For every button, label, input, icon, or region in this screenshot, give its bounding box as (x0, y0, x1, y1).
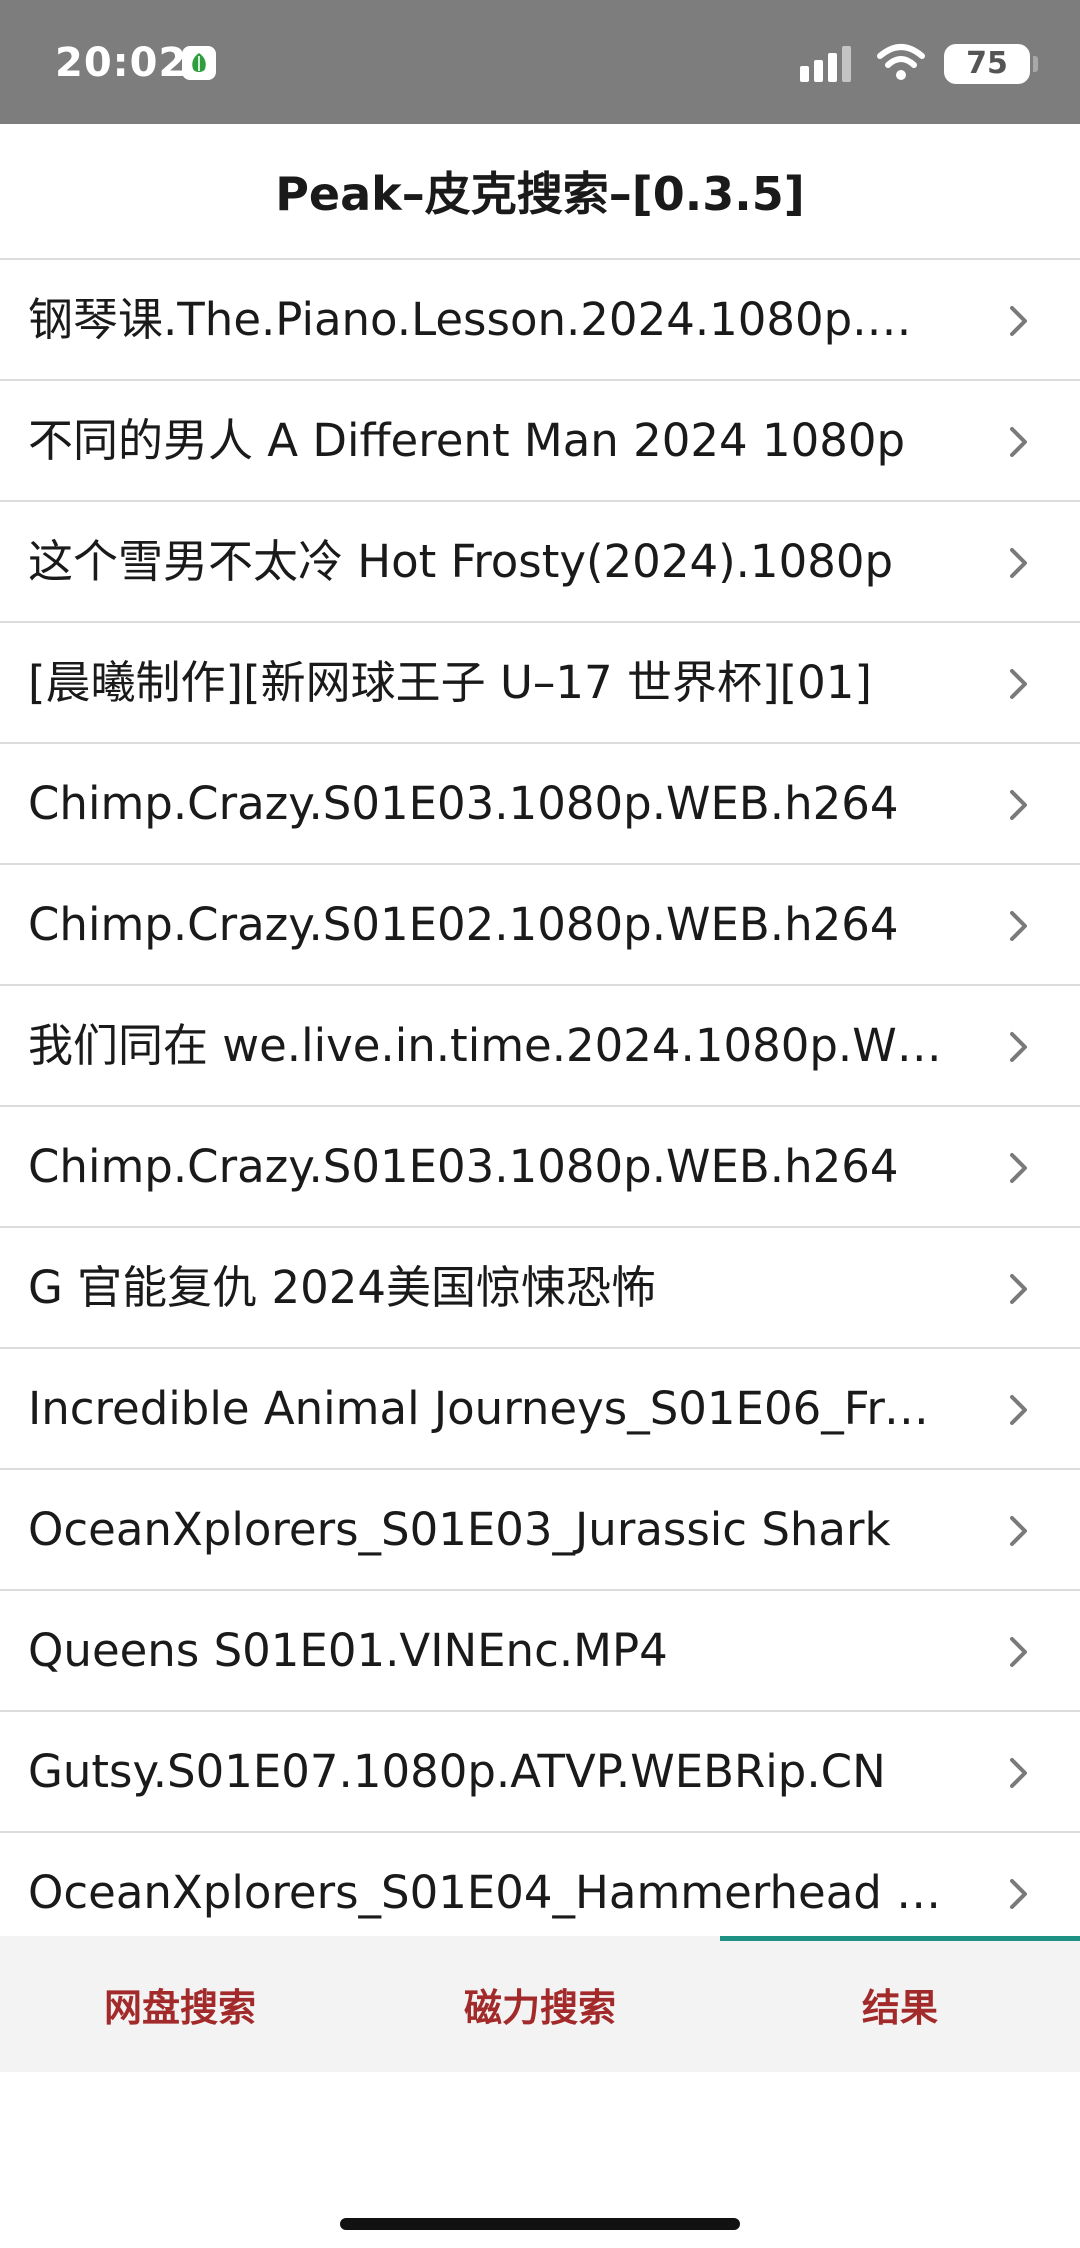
result-title: Chimp.Crazy.S01E02.1080p.WEB.h264 (28, 898, 899, 951)
tab-magnet-search[interactable]: 磁力搜索 (360, 1936, 720, 2072)
chevron-right-icon (1010, 548, 1027, 578)
tab-cloud-search-label: 网盘搜索 (103, 1985, 256, 2030)
result-title: OceanXplorers_S01E04_Hammerhead Sharks (28, 1866, 948, 1919)
result-row[interactable]: Gutsy.S01E07.1080p.ATVP.WEBRip.CN (0, 1712, 1080, 1833)
result-title: [晨曦制作][新网球王子 U–17 世界杯][01] (28, 656, 872, 709)
chevron-right-icon (1010, 790, 1027, 820)
result-row[interactable]: 我们同在 we.live.in.time.2024.1080p.WEB (0, 986, 1080, 1107)
battery-tip (1033, 56, 1038, 72)
battery-icon: 75 (944, 44, 1030, 84)
result-row[interactable]: Chimp.Crazy.S01E03.1080p.WEB.h264 (0, 1107, 1080, 1228)
result-row[interactable]: G 官能复仇 2024美国惊悚恐怖 (0, 1228, 1080, 1349)
home-indicator[interactable] (340, 2218, 740, 2230)
result-row[interactable]: OceanXplorers_S01E03_Jurassic Shark (0, 1470, 1080, 1591)
chevron-right-icon (1010, 1637, 1027, 1667)
result-row[interactable]: 这个雪男不太冷 Hot Frosty(2024).1080p (0, 502, 1080, 623)
result-title: Chimp.Crazy.S01E03.1080p.WEB.h264 (28, 777, 899, 830)
chevron-right-icon (1010, 911, 1027, 941)
result-row[interactable]: 不同的男人 A Different Man 2024 1080p (0, 381, 1080, 502)
nav-header: Peak–皮克搜索–[0.3.5] (0, 124, 1080, 260)
result-title: 不同的男人 A Different Man 2024 1080p (28, 414, 906, 467)
result-title: Chimp.Crazy.S01E03.1080p.WEB.h264 (28, 1140, 899, 1193)
result-row[interactable]: 钢琴课.The.Piano.Lesson.2024.1080p.WEB-DL (0, 260, 1080, 381)
chevron-right-icon (1010, 1274, 1027, 1304)
result-row[interactable]: OceanXplorers_S01E04_Hammerhead Sharks (0, 1833, 1080, 1936)
battery-level: 75 (966, 46, 1008, 81)
page-title: Peak–皮克搜索–[0.3.5] (275, 167, 805, 221)
tab-results-label: 结果 (861, 1985, 938, 2030)
tab-bar: 网盘搜索 磁力搜索 结果 (0, 1936, 1080, 2072)
wifi-icon (876, 42, 926, 86)
result-row[interactable]: Queens S01E01.VINEnc.MP4 (0, 1591, 1080, 1712)
result-title: 钢琴课.The.Piano.Lesson.2024.1080p.WEB-DL (28, 293, 948, 346)
result-title: Incredible Animal Journeys_S01E06_From (28, 1382, 948, 1435)
result-title: 这个雪男不太冷 Hot Frosty(2024).1080p (28, 535, 894, 588)
result-title: Gutsy.S01E07.1080p.ATVP.WEBRip.CN (28, 1745, 886, 1798)
leaf-icon (182, 46, 216, 80)
result-row[interactable]: Incredible Animal Journeys_S01E06_From (0, 1349, 1080, 1470)
tab-magnet-search-label: 磁力搜索 (463, 1985, 616, 2030)
result-row[interactable]: Chimp.Crazy.S01E03.1080p.WEB.h264 (0, 744, 1080, 865)
chevron-right-icon (1010, 1879, 1027, 1909)
status-bar: 20:02 75 (0, 0, 1080, 124)
chevron-right-icon (1010, 1758, 1027, 1788)
cellular-signal-icon (800, 44, 856, 82)
status-time: 20:02 (55, 40, 188, 86)
chevron-right-icon (1010, 669, 1027, 699)
result-row[interactable]: Chimp.Crazy.S01E02.1080p.WEB.h264 (0, 865, 1080, 986)
chevron-right-icon (1010, 1395, 1027, 1425)
result-row[interactable]: [晨曦制作][新网球王子 U–17 世界杯][01] (0, 623, 1080, 744)
result-title: OceanXplorers_S01E03_Jurassic Shark (28, 1503, 891, 1556)
result-title: 我们同在 we.live.in.time.2024.1080p.WEB (28, 1019, 948, 1072)
chevron-right-icon (1010, 1516, 1027, 1546)
chevron-right-icon (1010, 306, 1027, 336)
tab-results[interactable]: 结果 (720, 1936, 1080, 2072)
chevron-right-icon (1010, 1032, 1027, 1062)
tab-cloud-search[interactable]: 网盘搜索 (0, 1936, 360, 2072)
result-title: Queens S01E01.VINEnc.MP4 (28, 1624, 668, 1677)
chevron-right-icon (1010, 1153, 1027, 1183)
chevron-right-icon (1010, 427, 1027, 457)
result-list[interactable]: 钢琴课.The.Piano.Lesson.2024.1080p.WEB-DL 不… (0, 260, 1080, 1936)
tab-active-indicator (720, 1936, 1080, 1941)
result-title: G 官能复仇 2024美国惊悚恐怖 (28, 1261, 657, 1314)
